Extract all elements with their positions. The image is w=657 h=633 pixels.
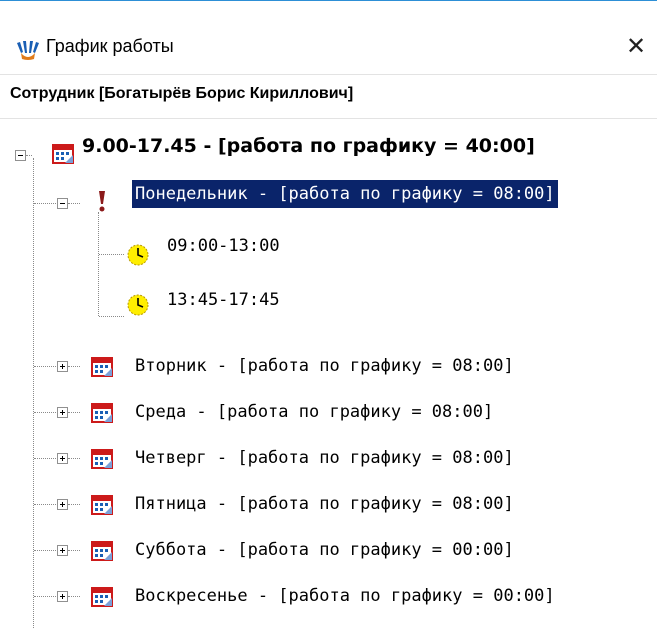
expander-day[interactable] bbox=[57, 453, 68, 464]
tree-node-day[interactable]: Четверг - [работа по графику = 08:00] bbox=[132, 444, 517, 472]
tree-node-day[interactable]: Воскресенье - [работа по графику = 00:00… bbox=[132, 582, 558, 610]
tree-connector bbox=[68, 458, 80, 459]
calendar-icon bbox=[52, 144, 74, 164]
expander-day[interactable] bbox=[57, 361, 68, 372]
tree-guide-root bbox=[33, 158, 34, 628]
tree-connector bbox=[68, 550, 80, 551]
tree-connector bbox=[68, 596, 80, 597]
tree-connector bbox=[99, 254, 124, 255]
tree-node-interval[interactable]: 09:00-13:00 bbox=[164, 232, 283, 260]
tree-connector bbox=[34, 504, 56, 505]
clock-icon bbox=[127, 244, 149, 266]
tree-node-day[interactable]: Пятница - [работа по графику = 08:00] bbox=[132, 490, 517, 518]
tree-node-monday[interactable]: Понедельник - [работа по графику = 08:00… bbox=[132, 180, 558, 208]
tree-connector bbox=[68, 412, 80, 413]
tree-connector bbox=[34, 412, 56, 413]
tree-connector bbox=[34, 458, 56, 459]
tree-guide-monday bbox=[98, 212, 99, 316]
tree-node-day[interactable]: Суббота - [работа по графику = 00:00] bbox=[132, 536, 517, 564]
expander-day[interactable] bbox=[57, 545, 68, 556]
tree-node-interval[interactable]: 13:45-17:45 bbox=[164, 286, 283, 314]
tree-connector bbox=[99, 316, 124, 317]
calendar-icon bbox=[91, 357, 113, 377]
expander-day[interactable] bbox=[57, 407, 68, 418]
tree-connector bbox=[68, 366, 80, 367]
expander-monday[interactable] bbox=[57, 198, 68, 209]
schedule-tree: 9.00-17.45 - [работа по графику = 40:00]… bbox=[0, 0, 657, 633]
calendar-icon bbox=[91, 587, 113, 607]
calendar-icon bbox=[91, 403, 113, 423]
tree-connector bbox=[34, 596, 56, 597]
tree-connector bbox=[68, 203, 80, 204]
tree-node-day[interactable]: Среда - [работа по графику = 08:00] bbox=[132, 398, 496, 426]
clock-icon bbox=[127, 294, 149, 316]
tree-connector bbox=[34, 203, 56, 204]
calendar-icon bbox=[91, 541, 113, 561]
tree-node-day[interactable]: Вторник - [работа по графику = 08:00] bbox=[132, 352, 517, 380]
tree-connector bbox=[34, 550, 56, 551]
exclamation-icon bbox=[99, 191, 105, 212]
calendar-icon bbox=[91, 495, 113, 515]
expander-root[interactable] bbox=[15, 150, 26, 161]
tree-root-label[interactable]: 9.00-17.45 - [работа по графику = 40:00] bbox=[79, 132, 538, 160]
expander-day[interactable] bbox=[57, 499, 68, 510]
tree-connector bbox=[34, 366, 56, 367]
calendar-icon bbox=[91, 449, 113, 469]
tree-connector bbox=[26, 155, 32, 156]
tree-connector bbox=[68, 504, 80, 505]
expander-day[interactable] bbox=[57, 591, 68, 602]
